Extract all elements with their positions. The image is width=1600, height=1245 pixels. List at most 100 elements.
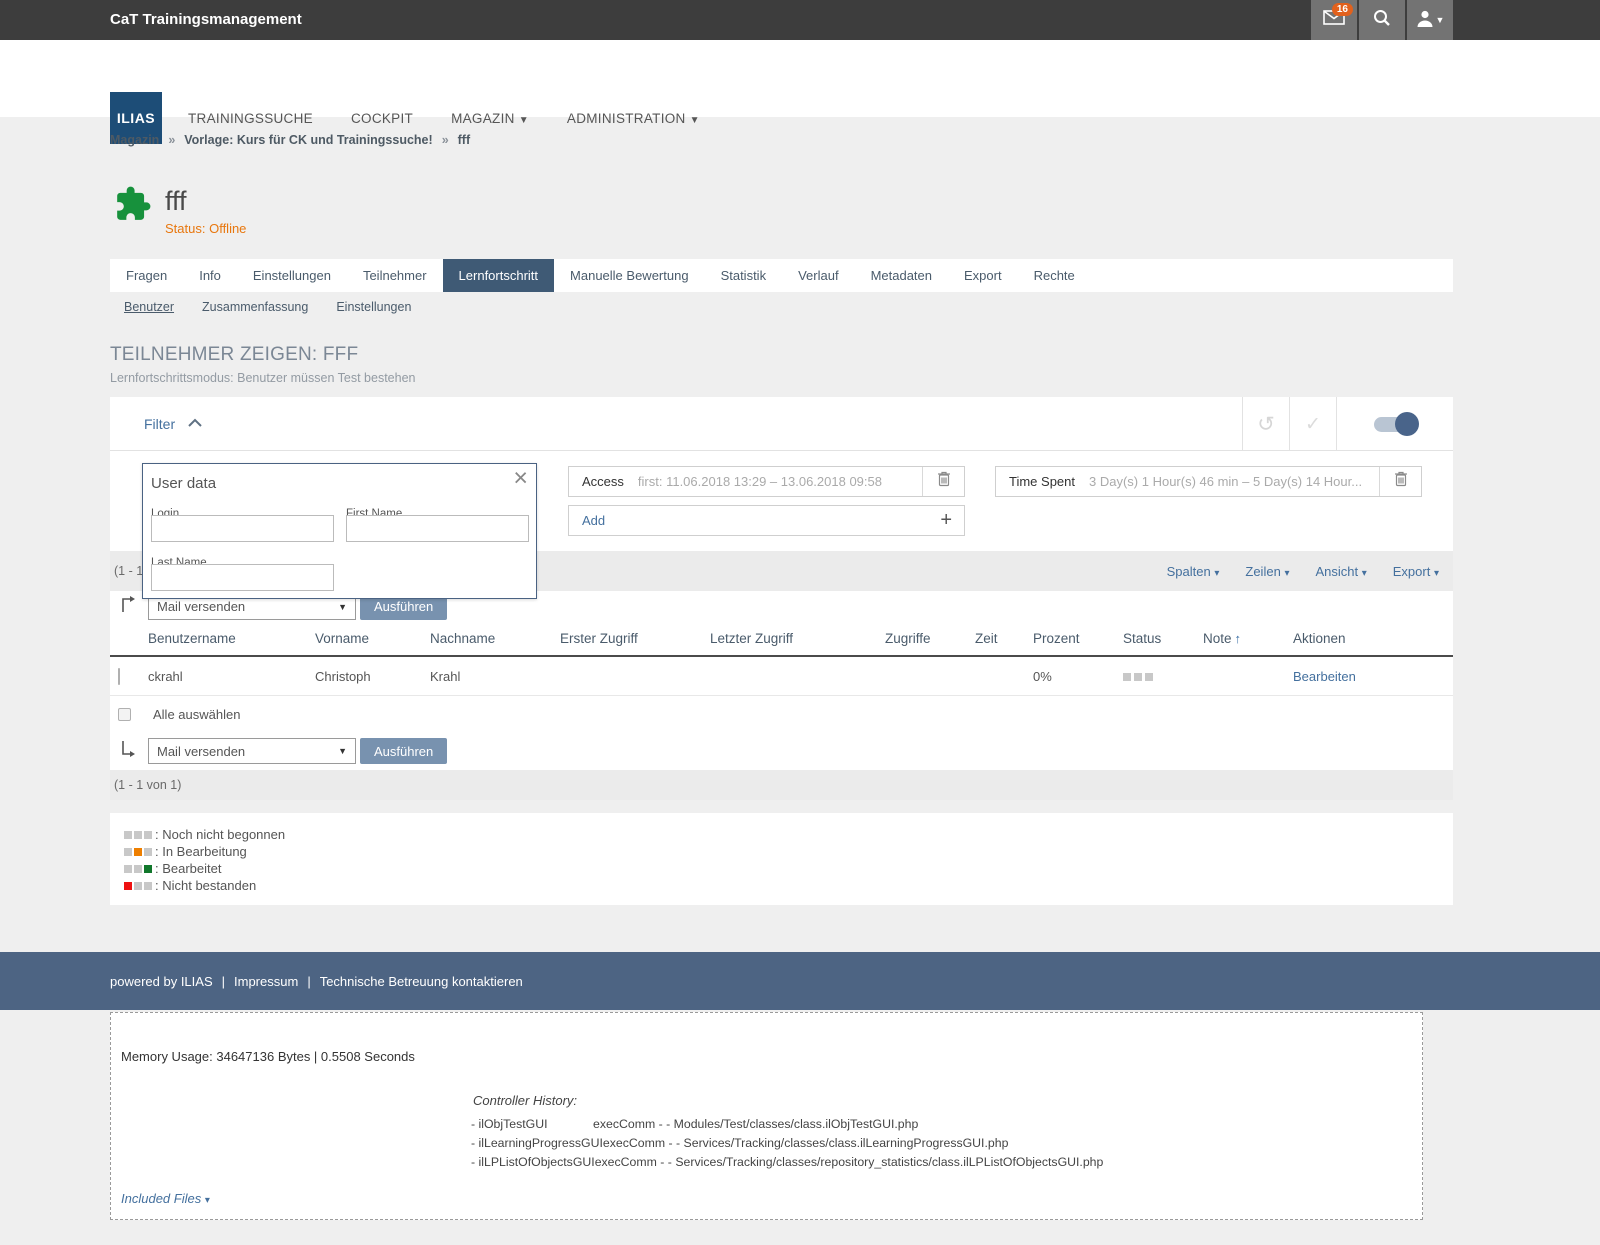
- column-erster-zugriff[interactable]: Erster Zugriff: [560, 631, 710, 646]
- nav-item-administration[interactable]: ADMINISTRATION▼: [567, 111, 700, 126]
- column-nachname[interactable]: Nachname: [430, 631, 560, 646]
- column-letzter-zugriff[interactable]: Letzter Zugriff: [710, 631, 885, 646]
- tab-rechte[interactable]: Rechte: [1018, 259, 1091, 292]
- status-square: [134, 865, 142, 873]
- tab-verlauf[interactable]: Verlauf: [782, 259, 854, 292]
- nav-item-magazin[interactable]: MAGAZIN▼: [451, 111, 529, 126]
- remove-access-filter-button[interactable]: [922, 467, 964, 496]
- columns-menu[interactable]: Spalten ▾: [1167, 564, 1220, 579]
- status-square: [124, 882, 132, 890]
- status-square: [1145, 673, 1153, 681]
- tab-teilnehmer[interactable]: Teilnehmer: [347, 259, 443, 292]
- footer-separator: |: [222, 974, 225, 989]
- cell-lastname: Krahl: [430, 669, 560, 684]
- filter-reset-button[interactable]: ↺: [1242, 397, 1289, 451]
- filter-toggle-switch[interactable]: [1374, 417, 1416, 432]
- column-zugriffe[interactable]: Zugriffe: [885, 631, 975, 646]
- filter-apply-button[interactable]: ✓: [1289, 397, 1336, 451]
- select-all-checkbox[interactable]: [118, 708, 131, 721]
- trash-icon: [937, 471, 951, 492]
- status-square: [124, 831, 132, 839]
- tab-export[interactable]: Export: [948, 259, 1018, 292]
- column-vorname[interactable]: Vorname: [315, 631, 430, 646]
- check-icon: ✓: [1305, 413, 1321, 436]
- login-field[interactable]: [151, 515, 334, 542]
- export-menu[interactable]: Export ▾: [1393, 564, 1439, 579]
- chevron-down-icon: ▾: [1362, 568, 1367, 579]
- chevron-down-icon: ▾: [205, 1195, 210, 1206]
- chevron-down-icon: ▼: [1436, 15, 1445, 25]
- tab-manuelle-bewertung[interactable]: Manuelle Bewertung: [554, 259, 705, 292]
- dev-info-box: Memory Usage: 34647136 Bytes | 0.5508 Se…: [110, 1012, 1423, 1220]
- subtab-zusammenfassung[interactable]: Zusammenfassung: [202, 300, 308, 314]
- trash-icon: [1394, 471, 1408, 492]
- footer: powered by ILIAS | Impressum | Technisch…: [0, 952, 1600, 1010]
- footer-link-powered-by[interactable]: powered by ILIAS: [110, 974, 213, 989]
- test-object-puzzle-icon: [114, 185, 152, 228]
- footer-link-support[interactable]: Technische Betreuung kontaktieren: [320, 974, 523, 989]
- tab-metadaten[interactable]: Metadaten: [855, 259, 948, 292]
- column-prozent[interactable]: Prozent: [1033, 631, 1123, 646]
- popup-title: User data: [151, 475, 216, 492]
- table-menus: Spalten ▾ Zeilen ▾ Ansicht ▾ Export ▾: [1167, 551, 1439, 591]
- first-name-field[interactable]: [346, 515, 529, 542]
- mail-button[interactable]: 16: [1311, 0, 1357, 40]
- status-square: [144, 865, 152, 873]
- close-icon[interactable]: ×: [513, 466, 528, 491]
- column-status[interactable]: Status: [1123, 631, 1203, 646]
- status-square: [134, 882, 142, 890]
- breadcrumb-item[interactable]: fff: [458, 133, 471, 147]
- column-aktionen[interactable]: Aktionen: [1293, 631, 1445, 646]
- execute-button-bottom[interactable]: Ausführen: [360, 738, 447, 764]
- footer-link-impressum[interactable]: Impressum: [234, 974, 298, 989]
- toggle-knob: [1395, 412, 1419, 436]
- user-icon: [1416, 9, 1434, 32]
- tab-statistik[interactable]: Statistik: [705, 259, 783, 292]
- subtab-benutzer[interactable]: Benutzer: [124, 300, 174, 314]
- nav-item-cockpit[interactable]: COCKPIT: [351, 111, 413, 126]
- edit-link[interactable]: Bearbeiten: [1293, 669, 1356, 684]
- column-zeit[interactable]: Zeit: [975, 631, 1033, 646]
- legend-item: : Noch nicht begonnen: [124, 826, 1453, 843]
- user-menu-button[interactable]: ▼: [1407, 0, 1453, 40]
- status-square: [1123, 673, 1131, 681]
- status-square: [124, 865, 132, 873]
- cell-firstname: Christoph: [315, 669, 430, 684]
- add-filter-row[interactable]: Add +: [568, 505, 965, 536]
- tab-fragen[interactable]: Fragen: [110, 259, 183, 292]
- footer-links: powered by ILIAS | Impressum | Technisch…: [110, 952, 523, 1010]
- nav-item-trainingssuche[interactable]: TRAININGSSUCHE: [188, 111, 313, 126]
- section-subheading: Lernfortschrittsmodus: Benutzer müssen T…: [110, 371, 415, 385]
- subtab-einstellungen[interactable]: Einstellungen: [336, 300, 411, 314]
- filter-collapse-control[interactable]: Filter: [144, 397, 203, 451]
- filter-chip-time-spent[interactable]: Time Spent 3 Day(s) 1 Hour(s) 46 min – 5…: [995, 466, 1422, 497]
- tab-einstellungen[interactable]: Einstellungen: [237, 259, 347, 292]
- chevron-down-icon: ▾: [1214, 568, 1219, 579]
- tab-lernfortschritt[interactable]: Lernfortschritt: [443, 259, 554, 292]
- chevron-down-icon: ▾: [1434, 568, 1439, 579]
- filter-header: Filter ↺ ✓: [110, 397, 1453, 451]
- status-square: [144, 882, 152, 890]
- view-menu[interactable]: Ansicht ▾: [1315, 564, 1366, 579]
- last-name-field[interactable]: [151, 564, 334, 591]
- column-benutzername[interactable]: Benutzername: [148, 631, 315, 646]
- bulk-action-select-bottom[interactable]: Mail versenden ▼: [148, 738, 356, 764]
- remove-time-spent-filter-button[interactable]: [1379, 467, 1421, 496]
- mail-badge: 16: [1332, 3, 1353, 16]
- filter-header-actions: ↺ ✓: [1242, 397, 1453, 451]
- tab-bar: Fragen Info Einstellungen Teilnehmer Ler…: [110, 259, 1453, 292]
- status-square: [1134, 673, 1142, 681]
- filter-toggle-cell: [1336, 397, 1453, 451]
- rows-menu[interactable]: Zeilen ▾: [1245, 564, 1289, 579]
- row-checkbox[interactable]: [118, 668, 120, 685]
- status-legend: : Noch nicht begonnen : In Bearbeitung :…: [110, 813, 1453, 905]
- column-note[interactable]: Note↑: [1203, 631, 1293, 646]
- breadcrumb-item[interactable]: Magazin: [110, 133, 159, 147]
- breadcrumb-item[interactable]: Vorlage: Kurs für CK und Trainingssuche!: [184, 133, 432, 147]
- legend-item: : In Bearbeitung: [124, 843, 1453, 860]
- search-button[interactable]: [1359, 0, 1405, 40]
- breadcrumb: Magazin » Vorlage: Kurs für CK und Train…: [110, 133, 470, 147]
- filter-chip-access[interactable]: Access first: 11.06.2018 13:29 – 13.06.2…: [568, 466, 965, 497]
- tab-info[interactable]: Info: [183, 259, 237, 292]
- included-files-toggle[interactable]: Included Files ▾: [121, 1191, 210, 1206]
